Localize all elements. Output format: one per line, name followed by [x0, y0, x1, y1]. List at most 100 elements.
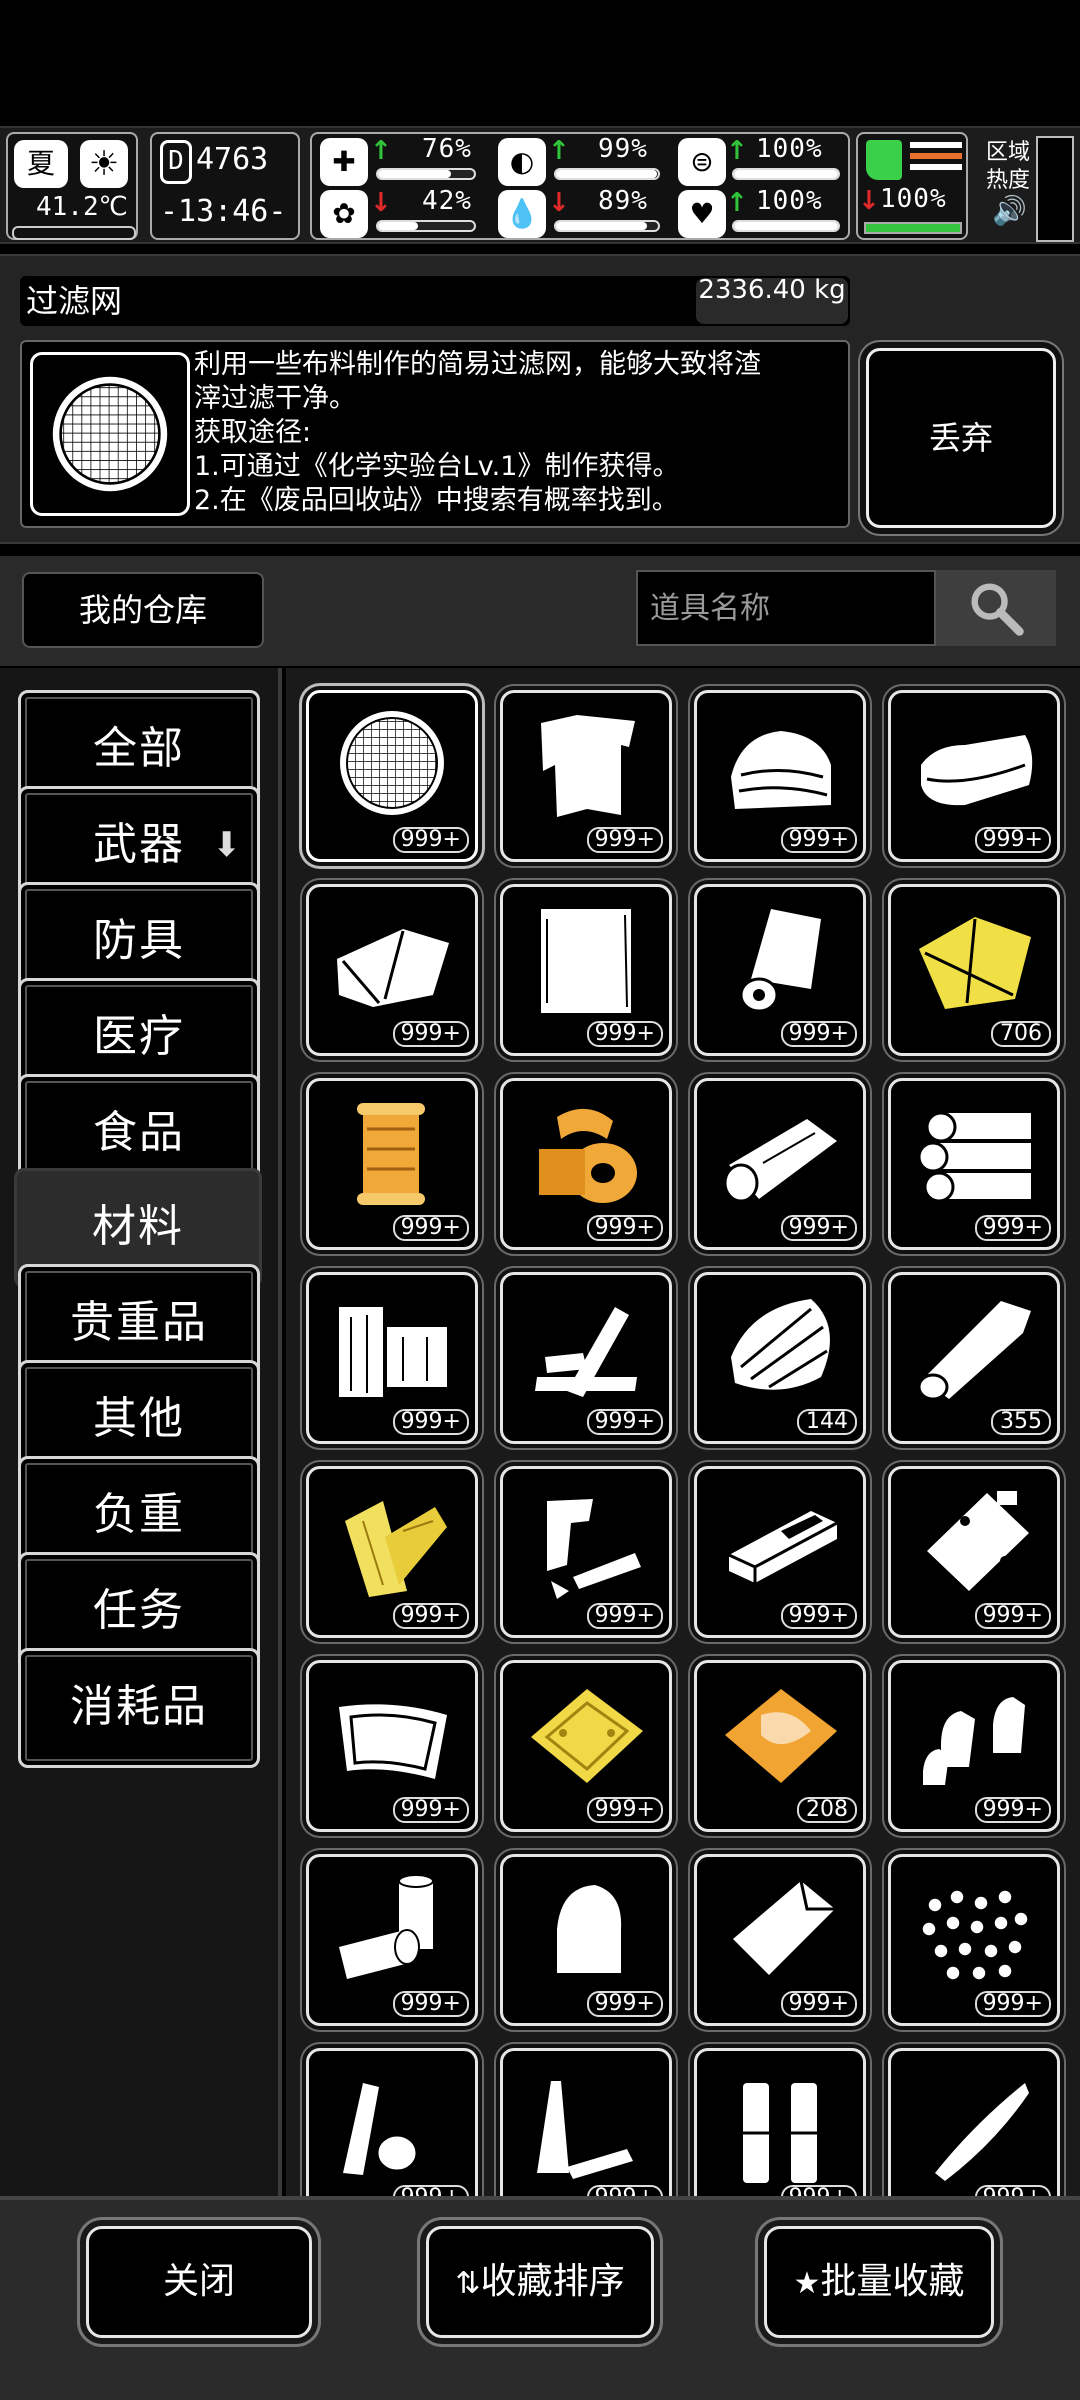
item-slot[interactable]: 999+	[500, 1078, 672, 1250]
hunger-bar-fill	[556, 170, 657, 178]
yellow-fabric-icon	[919, 917, 1031, 1009]
item-quantity: 999+	[392, 1991, 469, 2017]
item-quantity: 999+	[586, 1991, 663, 2017]
bullet-icon	[935, 2083, 1029, 2181]
item-slot[interactable]: 999+	[694, 884, 866, 1056]
item-slot[interactable]: 999+	[888, 2048, 1060, 2196]
copper-plate-icon	[725, 1689, 837, 1783]
category-label: 消耗品	[70, 1681, 208, 1732]
item-slot[interactable]: 355	[888, 1272, 1060, 1444]
speaker-icon[interactable]: 🔊	[992, 194, 1027, 227]
item-slot[interactable]: 999+	[694, 690, 866, 862]
item-slot[interactable]: 999+	[500, 690, 672, 862]
heart-bar-fill	[734, 222, 838, 230]
cloth-pile-icon	[731, 731, 831, 809]
time-panel: D 4763 -13:46-	[150, 132, 300, 240]
stamina-icon: ⊜	[678, 138, 726, 186]
season-label: 夏	[26, 147, 55, 180]
item-slot[interactable]: 999+	[888, 1660, 1060, 1832]
item-quantity: 999+	[974, 1991, 1051, 2017]
branch-icon	[917, 1301, 1031, 1401]
pellets-icon	[921, 1889, 1029, 1981]
item-slot[interactable]: 999+	[500, 1466, 672, 1638]
batch-favorite-label: 批量收藏	[820, 2261, 965, 2302]
item-quantity: 999+	[586, 827, 663, 853]
item-slot[interactable]: 999+	[306, 884, 478, 1056]
wood-shards-icon	[731, 1299, 830, 1390]
region-heat-panel[interactable]: 区域 热度 🔊	[980, 132, 1080, 242]
item-slot[interactable]: 999+	[306, 1660, 478, 1832]
load-panel: ↓ 100%	[856, 132, 968, 240]
boot-icon	[866, 140, 902, 180]
item-slot[interactable]: 706	[888, 884, 1060, 1056]
item-quantity: 999+	[780, 1603, 857, 1629]
item-slot[interactable]: 999+	[500, 884, 672, 1056]
item-slot[interactable]: 999+	[500, 2048, 672, 2196]
item-slot[interactable]: 999+	[306, 1272, 478, 1444]
stomach-icon: ◐	[498, 138, 546, 186]
filter-net-icon	[340, 711, 444, 815]
item-slot[interactable]: 999+	[888, 1078, 1060, 1250]
search-input[interactable]	[636, 570, 936, 646]
stamina-value: 100%	[756, 134, 823, 164]
description-line: 1.可通过《化学实验台Lv.1》制作获得。	[194, 451, 680, 482]
item-slot[interactable]: 208	[694, 1660, 866, 1832]
hunger-bar	[554, 168, 660, 180]
day-icon: D	[160, 140, 192, 184]
category-label: 材料	[92, 1201, 184, 1252]
category-sidebar[interactable]: 全部 武器 ⬇ 防具 医疗 食品 材料 贵重品 其他 负重 任务 消耗品	[0, 668, 282, 2196]
item-quantity: 999+	[392, 1215, 469, 1241]
item-slot[interactable]: 999+	[888, 1854, 1060, 2026]
item-quantity: 355	[991, 1409, 1051, 1435]
item-name: 过滤网	[26, 282, 123, 320]
item-slot[interactable]: 999+	[694, 1466, 866, 1638]
item-slot[interactable]: 999+	[306, 690, 478, 862]
item-quantity: 999+	[974, 827, 1051, 853]
item-slot[interactable]: 999+	[500, 1660, 672, 1832]
medkit-icon: ✚	[320, 138, 368, 186]
item-weight: 2336.40 kg	[696, 278, 848, 324]
search-button[interactable]	[936, 570, 1056, 646]
category-label: 任务	[93, 1585, 185, 1636]
metal-sheet-icon	[733, 1880, 835, 1975]
item-slot[interactable]: 144	[694, 1272, 866, 1444]
item-slot[interactable]: 999+	[306, 1466, 478, 1638]
clock-time: -13:46-	[160, 194, 287, 229]
temperature-label: 41.2℃	[36, 192, 128, 222]
bullet-tips-icon	[923, 1697, 1025, 1785]
description-line: 利用一些布料制作的简易过滤网，能够大致将渣	[194, 349, 761, 380]
category-label: 武器	[93, 819, 185, 870]
rifle-rounds-icon	[537, 2081, 633, 2179]
trend-down-icon: ↓	[548, 188, 570, 218]
mood-bar	[376, 220, 476, 232]
item-slot[interactable]: 999+	[306, 1078, 478, 1250]
category-consumables[interactable]: 消耗品	[18, 1648, 260, 1768]
item-slot[interactable]: 999+	[694, 1078, 866, 1250]
item-grid[interactable]: 999+ 999+ 999+ 999+ 999+ 999+ 999+ 706 999+ 999+ 9…	[286, 668, 1080, 2196]
category-label: 其他	[93, 1393, 185, 1444]
item-quantity: 999+	[586, 1797, 663, 1823]
batch-favorite-button[interactable]: ★批量收藏	[764, 2226, 994, 2338]
hunger-value: 99%	[598, 134, 648, 164]
thread-reel-icon	[539, 1108, 637, 1203]
bullet-head-icon	[557, 1885, 622, 1973]
drop-button[interactable]: 丢弃	[866, 348, 1056, 528]
region-heat-label-2: 热度	[986, 168, 1031, 193]
item-slot[interactable]: 999+	[500, 1272, 672, 1444]
item-slot[interactable]: 999+	[306, 1854, 478, 2026]
item-slot[interactable]: 999+	[694, 1854, 866, 2026]
item-slot[interactable]: 999+	[500, 1854, 672, 2026]
item-slot[interactable]: 999+	[694, 2048, 866, 2196]
item-slot[interactable]: 999+	[888, 690, 1060, 862]
weather-panel: 夏 ☀ 41.2℃	[6, 132, 138, 240]
close-button[interactable]: 关闭	[86, 2226, 312, 2338]
item-slot[interactable]: 999+	[888, 1466, 1060, 1638]
item-slot[interactable]: 999+	[306, 2048, 478, 2196]
folded-cloth-icon	[921, 735, 1033, 806]
sort-favorites-button[interactable]: ⇅收藏排序	[426, 2226, 654, 2338]
wood-log-icon	[723, 1119, 837, 1203]
item-quantity: 999+	[392, 1409, 469, 1435]
my-warehouse-tab[interactable]: 我的仓库	[22, 572, 264, 648]
item-quantity: 999+	[392, 1021, 469, 1047]
metal-bar-icon	[728, 1511, 838, 1583]
